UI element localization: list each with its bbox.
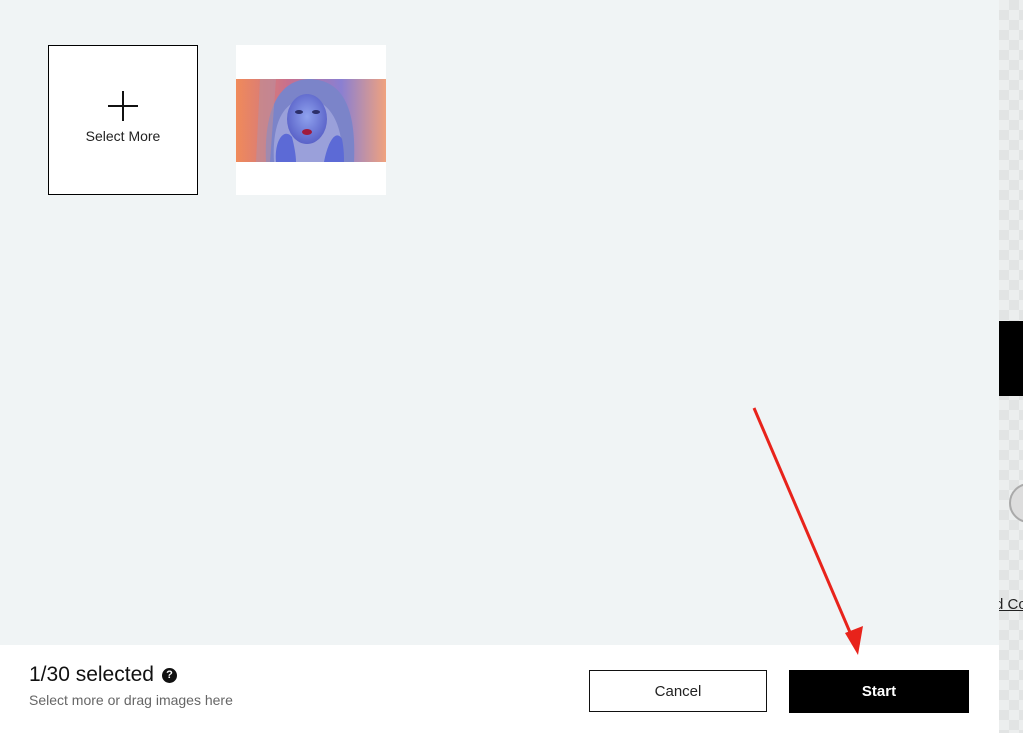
image-thumbnail[interactable] <box>236 45 386 195</box>
background-page-edge: d Co <box>999 0 1023 733</box>
start-button[interactable]: Start <box>789 670 969 713</box>
drag-hint: Select more or drag images here <box>29 692 233 708</box>
selection-count-text: 1/30 selected <box>29 663 154 686</box>
cancel-button[interactable]: Cancel <box>589 670 767 712</box>
select-more-label: Select More <box>85 127 161 144</box>
selection-footer: 1/30 selected ? Select more or drag imag… <box>0 645 999 733</box>
plus-icon <box>108 90 138 121</box>
background-avatar <box>1009 483 1023 523</box>
background-dark-block <box>999 321 1023 396</box>
question-circle-icon[interactable]: ? <box>161 667 177 683</box>
select-more-button[interactable]: Select More <box>48 45 198 195</box>
selection-count: 1/30 selected ? <box>29 663 177 687</box>
thumbnail-image <box>236 79 386 162</box>
background-link-text: d Co <box>999 596 1023 613</box>
upload-area[interactable]: Select More <box>0 0 999 645</box>
